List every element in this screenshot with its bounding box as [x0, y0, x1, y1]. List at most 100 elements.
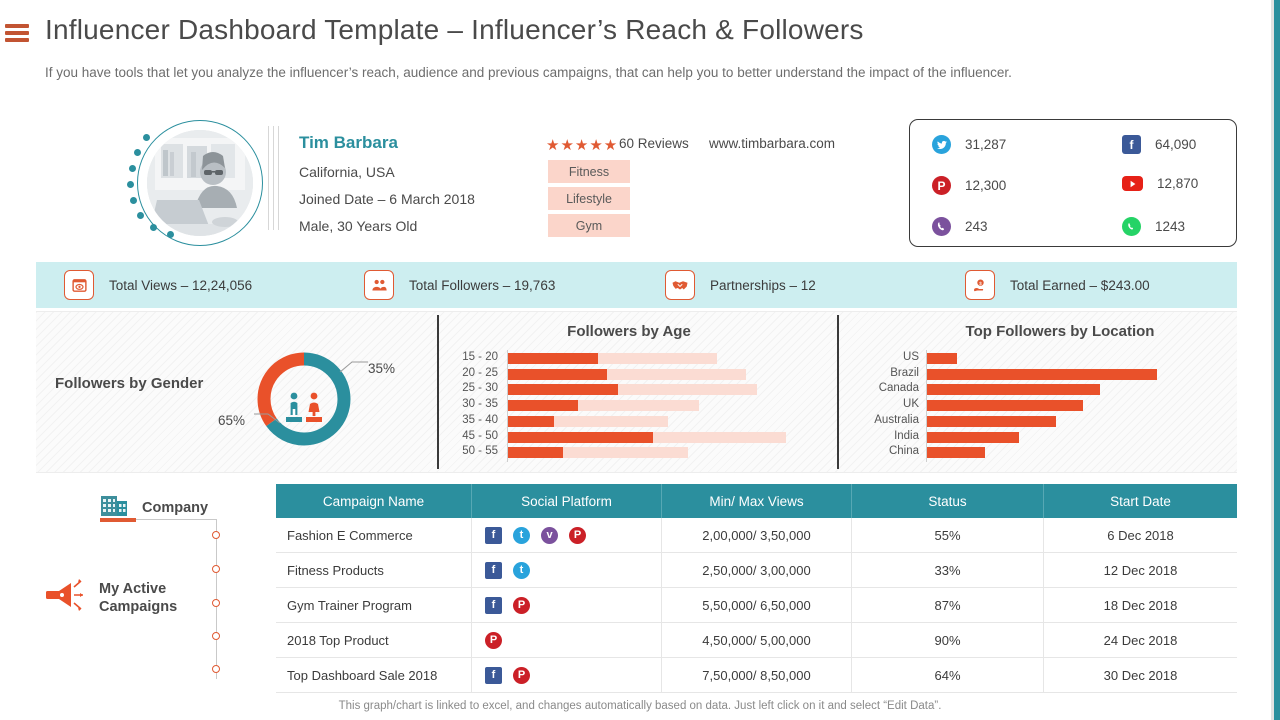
location-bar [927, 415, 1056, 427]
location-chart-title: Top Followers by Location [965, 323, 1155, 340]
table-row[interactable]: 2018 Top Product P 4,50,000/ 5,00,000 90% 24… [276, 623, 1237, 658]
kpi-label: Total Earned – $243.00 [1010, 277, 1150, 293]
kpi-partnerships: Partnerships – 12 [665, 270, 816, 300]
status-cell: 87% [852, 588, 1044, 622]
kpi-total-views: Total Views – 12,24,056 [64, 270, 252, 300]
pinterest-icon[interactable]: P [569, 526, 586, 544]
avatar-dot [127, 181, 134, 188]
donut-leader-65 [254, 413, 281, 424]
age-bar-fill [508, 431, 653, 443]
social-stat-value: 31,287 [965, 137, 1007, 152]
start-date-cell: 30 Dec 2018 [1103, 667, 1178, 683]
pinterest-icon[interactable]: P [513, 596, 530, 614]
page-subtitle: If you have tools that let you analyze t… [45, 65, 1012, 80]
social-stat-pinterest: P 12,300 [932, 176, 1006, 195]
facebook-icon[interactable]: f [485, 526, 502, 544]
profile-demographics: Male, 30 Years Old [299, 218, 418, 234]
social-stats-panel: 31,287 f 64,090 P 12,300 12,870 243 1243 [909, 119, 1237, 247]
gender-pct-male: 65% [218, 413, 246, 428]
reviews-count: 60 Reviews [619, 136, 689, 151]
page-title: Influencer Dashboard Template – Influenc… [45, 14, 864, 45]
table-column-header[interactable]: Status [852, 484, 1044, 518]
table-row[interactable]: Gym Trainer Program f P 5,50,000/ 6,50,000 8… [276, 588, 1237, 623]
kpi-label: Total Followers – 19,763 [409, 277, 556, 293]
company-underline [100, 518, 136, 522]
age-bar-fill [508, 400, 578, 412]
table-row[interactable]: Top Dashboard Sale 2018 f P 7,50,000/ 8,50,… [276, 658, 1237, 693]
location-bar [927, 368, 1157, 380]
age-chart-title: Followers by Age [567, 323, 691, 340]
table-row[interactable]: Fashion E Commerce f t v P 2,00,000/ 3,50,000… [276, 518, 1237, 553]
kpi-strip: Total Views – 12,24,056 Total Followers … [36, 262, 1237, 308]
location-category-label: US [903, 351, 919, 363]
active-campaigns-section[interactable]: My Active Campaigns [45, 578, 177, 617]
facebook-icon: f [1122, 135, 1141, 154]
social-platform-cell: ft [472, 553, 662, 587]
campaigns-table: Campaign Name Social Platform Min/ Max Vie… [276, 484, 1237, 693]
footer-note: This graph/chart is linked to excel, and… [338, 700, 942, 712]
campaign-name-cell: Gym Trainer Program [276, 588, 472, 622]
facebook-icon[interactable]: f [485, 666, 502, 684]
age-category-label: 45 - 50 [462, 429, 498, 442]
profile-divider [268, 126, 282, 230]
start-date-cell: 18 Dec 2018 [1103, 597, 1178, 613]
age-bar-fill [508, 368, 607, 380]
kpi-label: Partnerships – 12 [710, 277, 816, 293]
twitter-icon[interactable]: t [513, 561, 530, 579]
age-category-label: 25 - 30 [462, 382, 498, 395]
website-link[interactable]: www.timbarbara.com [709, 136, 835, 151]
profile-tag-lifestyle[interactable]: Lifestyle [548, 187, 630, 210]
age-category-label: 15 - 20 [462, 351, 498, 363]
location-category-label: India [894, 429, 919, 442]
table-row[interactable]: Fitness Products f t 2,50,000/ 3,00,000 33% 1… [276, 553, 1237, 588]
avatar-dot [134, 149, 141, 156]
location-bar [927, 431, 1019, 443]
table-column-header[interactable]: Social Platform [472, 484, 662, 518]
rail-node [212, 632, 220, 640]
social-stat-value: 12,870 [1157, 176, 1199, 191]
profile-tag-fitness[interactable]: Fitness [548, 160, 630, 183]
campaign-name-cell: Top Dashboard Sale 2018 [276, 658, 472, 692]
table-body: Fashion E Commerce f t v P 2,00,000/ 3,50,000… [276, 518, 1237, 693]
rail-horizontal-connector [136, 519, 216, 520]
whatsapp-icon [1122, 217, 1141, 236]
social-stat-value: 243 [965, 219, 988, 234]
kpi-label: Total Views – 12,24,056 [109, 277, 253, 293]
age-category-label: 20 - 25 [462, 366, 498, 379]
profile-tag-gym[interactable]: Gym [548, 214, 630, 237]
right-edge-accent [1274, 0, 1280, 720]
avatar-dot [129, 165, 136, 172]
status-cell: 33% [852, 553, 1044, 587]
min-max-views-cell: 4,50,000/ 5,00,000 [662, 623, 852, 657]
min-max-views-cell: 5,50,000/ 6,50,000 [662, 588, 852, 622]
table-column-header[interactable]: Start Date [1044, 484, 1237, 518]
social-platform-cell: fP [472, 588, 662, 622]
min-max-views-cell: 2,50,000/ 3,00,000 [662, 553, 852, 587]
avatar-dot [167, 231, 174, 238]
social-stat-facebook: f 64,090 [1122, 135, 1196, 154]
location-category-label: Australia [874, 413, 919, 426]
eye-icon [64, 270, 94, 300]
twitter-icon [932, 135, 951, 154]
megaphone-icon [45, 578, 89, 617]
age-bar-fill [508, 384, 619, 396]
age-bar-fill [508, 447, 564, 459]
avatar [125, 118, 263, 251]
hamburger-icon[interactable] [5, 24, 29, 42]
social-platform-cell: fP [472, 658, 662, 692]
twitter-icon[interactable]: t [513, 526, 530, 544]
rail-node [212, 665, 220, 673]
viber-icon[interactable]: v [541, 526, 558, 544]
social-stat-value: 1243 [1155, 219, 1186, 234]
table-column-header[interactable]: Min/ Max Views [662, 484, 852, 518]
status-cell: 90% [852, 623, 1044, 657]
pinterest-icon[interactable]: P [513, 666, 530, 684]
facebook-icon[interactable]: f [485, 561, 502, 579]
campaign-name-cell: Fashion E Commerce [276, 518, 472, 552]
facebook-icon[interactable]: f [485, 596, 502, 614]
rail-node [212, 565, 220, 573]
age-category-label: 35 - 40 [462, 413, 498, 426]
avatar-dot [130, 197, 137, 204]
table-column-header[interactable]: Campaign Name [276, 484, 472, 518]
pinterest-icon[interactable]: P [485, 631, 502, 649]
